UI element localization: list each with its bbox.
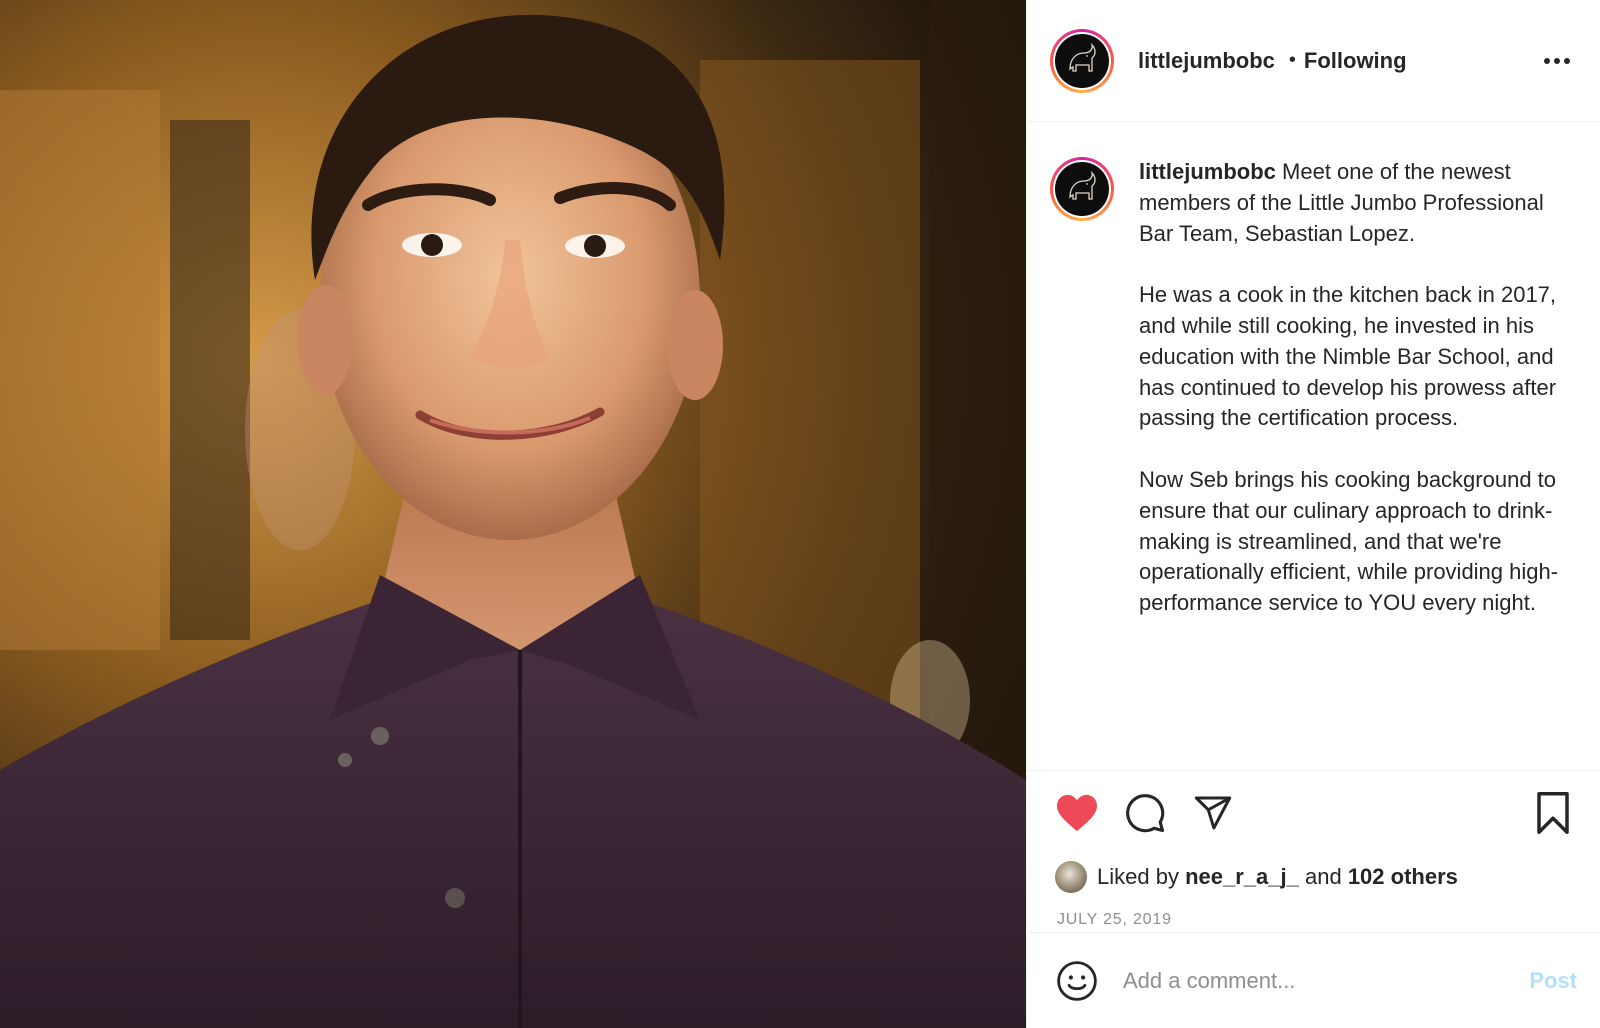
elephant-logo-icon xyxy=(1055,162,1109,216)
liked-by-prefix: Liked by xyxy=(1097,864,1179,889)
elephant-logo-icon xyxy=(1055,33,1109,88)
post-date[interactable]: JULY 25, 2019 xyxy=(1027,911,1600,929)
post-comment-button[interactable]: Post xyxy=(1529,968,1577,994)
action-icons-row xyxy=(1027,771,1600,855)
post-photo[interactable] xyxy=(0,0,1026,1028)
post-side-panel: littlejumbobc • Following littlejumbobc … xyxy=(1026,0,1600,1028)
smiley-icon[interactable] xyxy=(1055,959,1099,1003)
bookmark-icon[interactable] xyxy=(1529,789,1577,837)
caption-paragraph: littlejumbobc Meet one of the newest mem… xyxy=(1139,157,1577,249)
header-username[interactable]: littlejumbobc xyxy=(1138,48,1275,74)
avatar-ring-gap xyxy=(1053,31,1111,90)
header-separator: • xyxy=(1288,49,1296,71)
following-button[interactable]: Following xyxy=(1304,48,1407,74)
instagram-post: littlejumbobc • Following littlejumbobc … xyxy=(0,0,1600,1028)
post-caption: littlejumbobc Meet one of the newest mem… xyxy=(1027,122,1600,770)
comment-input[interactable] xyxy=(1121,966,1518,995)
caption-username[interactable]: littlejumbobc xyxy=(1139,159,1276,184)
likes-connector: and xyxy=(1304,864,1342,889)
paper-plane-icon[interactable] xyxy=(1189,789,1237,837)
comment-icon[interactable] xyxy=(1121,789,1169,837)
heart-filled-icon[interactable] xyxy=(1053,789,1101,837)
likes-summary: Liked by nee_r_a_j_ and 102 others xyxy=(1027,855,1600,899)
portrait-illustration xyxy=(0,0,1026,1028)
comment-bar: Post xyxy=(1027,932,1600,1028)
post-actions: Liked by nee_r_a_j_ and 102 others JULY … xyxy=(1027,770,1600,929)
liker-avatar[interactable] xyxy=(1055,861,1087,893)
caption-paragraph: Now Seb brings his cooking background to… xyxy=(1139,466,1559,616)
caption-text: littlejumbobc Meet one of the newest mem… xyxy=(1139,157,1577,770)
liker-username[interactable]: nee_r_a_j_ xyxy=(1185,864,1299,890)
avatar-ring-gap xyxy=(1053,160,1111,218)
caption-paragraph: He was a cook in the kitchen back in 201… xyxy=(1139,282,1557,431)
profile-avatar[interactable] xyxy=(1050,28,1114,93)
post-header: littlejumbobc • Following xyxy=(1027,0,1600,122)
caption-avatar[interactable] xyxy=(1050,157,1114,221)
likes-others-link[interactable]: 102 others xyxy=(1348,864,1458,890)
more-horizontal-icon[interactable] xyxy=(1538,52,1576,70)
